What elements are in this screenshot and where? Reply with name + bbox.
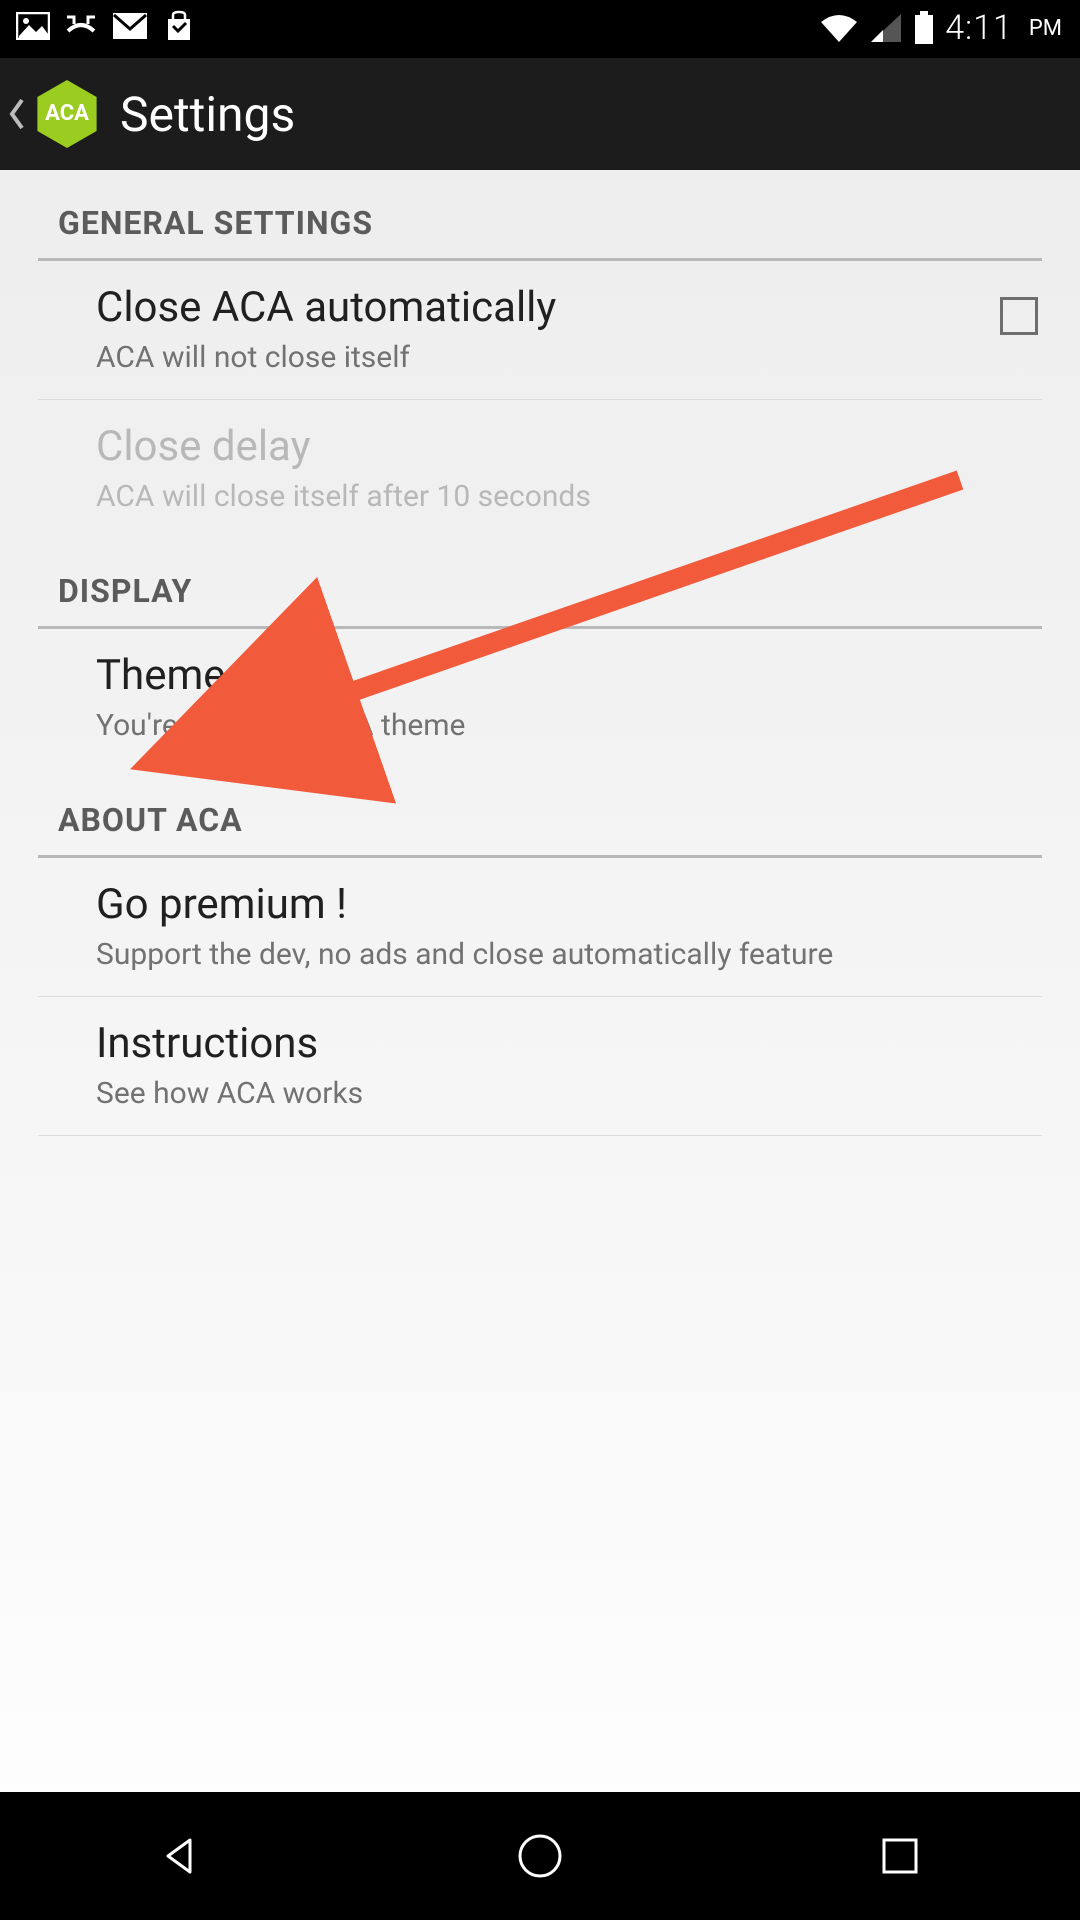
nav-bar	[0, 1792, 1080, 1920]
row-title: Theme	[96, 651, 984, 700]
status-time: 4:11	[945, 8, 1013, 48]
nav-back-button[interactable]	[105, 1816, 255, 1896]
nav-home-button[interactable]	[465, 1816, 615, 1896]
page-title: Settings	[120, 86, 295, 143]
status-left-icons	[16, 10, 196, 42]
section-header-display: DISPLAY	[0, 538, 1080, 626]
row-title: Go premium !	[96, 880, 984, 929]
section-header-about: ABOUT ACA	[0, 767, 1080, 855]
row-subtitle: See how ACA works	[96, 1076, 984, 1111]
row-subtitle: ACA will close itself after 10 seconds	[96, 479, 984, 514]
row-title: Close delay	[96, 422, 984, 471]
wifi-icon	[819, 12, 859, 44]
status-right-icons: 4:11 PM	[819, 8, 1062, 48]
back-icon[interactable]	[6, 93, 28, 135]
row-subtitle: You're using the ACA theme	[96, 708, 984, 743]
row-title: Close ACA automatically	[96, 283, 984, 332]
battery-icon	[913, 11, 935, 45]
cell-signal-icon	[869, 12, 903, 44]
app-icon-label: ACA	[45, 101, 89, 126]
missed-call-icon	[64, 11, 98, 41]
nav-recent-button[interactable]	[825, 1816, 975, 1896]
play-store-icon	[162, 10, 196, 42]
section-header-general: GENERAL SETTINGS	[0, 170, 1080, 258]
row-theme[interactable]: Theme You're using the ACA theme	[38, 629, 1042, 767]
row-close-auto[interactable]: Close ACA automatically ACA will not clo…	[38, 261, 1042, 400]
row-close-delay: Close delay ACA will close itself after …	[38, 400, 1042, 538]
settings-list: GENERAL SETTINGS Close ACA automatically…	[0, 170, 1080, 1136]
row-subtitle: ACA will not close itself	[96, 340, 984, 375]
status-ampm: PM	[1029, 16, 1062, 41]
checkbox-close-auto[interactable]	[1000, 297, 1038, 335]
gmail-icon	[112, 12, 148, 40]
screen-root: 4:11 PM ACA Settings GENERAL SETTINGS Cl…	[0, 0, 1080, 1920]
row-subtitle: Support the dev, no ads and close automa…	[96, 937, 984, 972]
row-title: Instructions	[96, 1019, 984, 1068]
row-instructions[interactable]: Instructions See how ACA works	[38, 997, 1042, 1136]
app-icon[interactable]: ACA	[30, 77, 104, 151]
status-bar: 4:11 PM	[0, 0, 1080, 58]
row-go-premium[interactable]: Go premium ! Support the dev, no ads and…	[38, 858, 1042, 997]
action-bar: ACA Settings	[0, 58, 1080, 170]
image-icon	[16, 12, 50, 40]
